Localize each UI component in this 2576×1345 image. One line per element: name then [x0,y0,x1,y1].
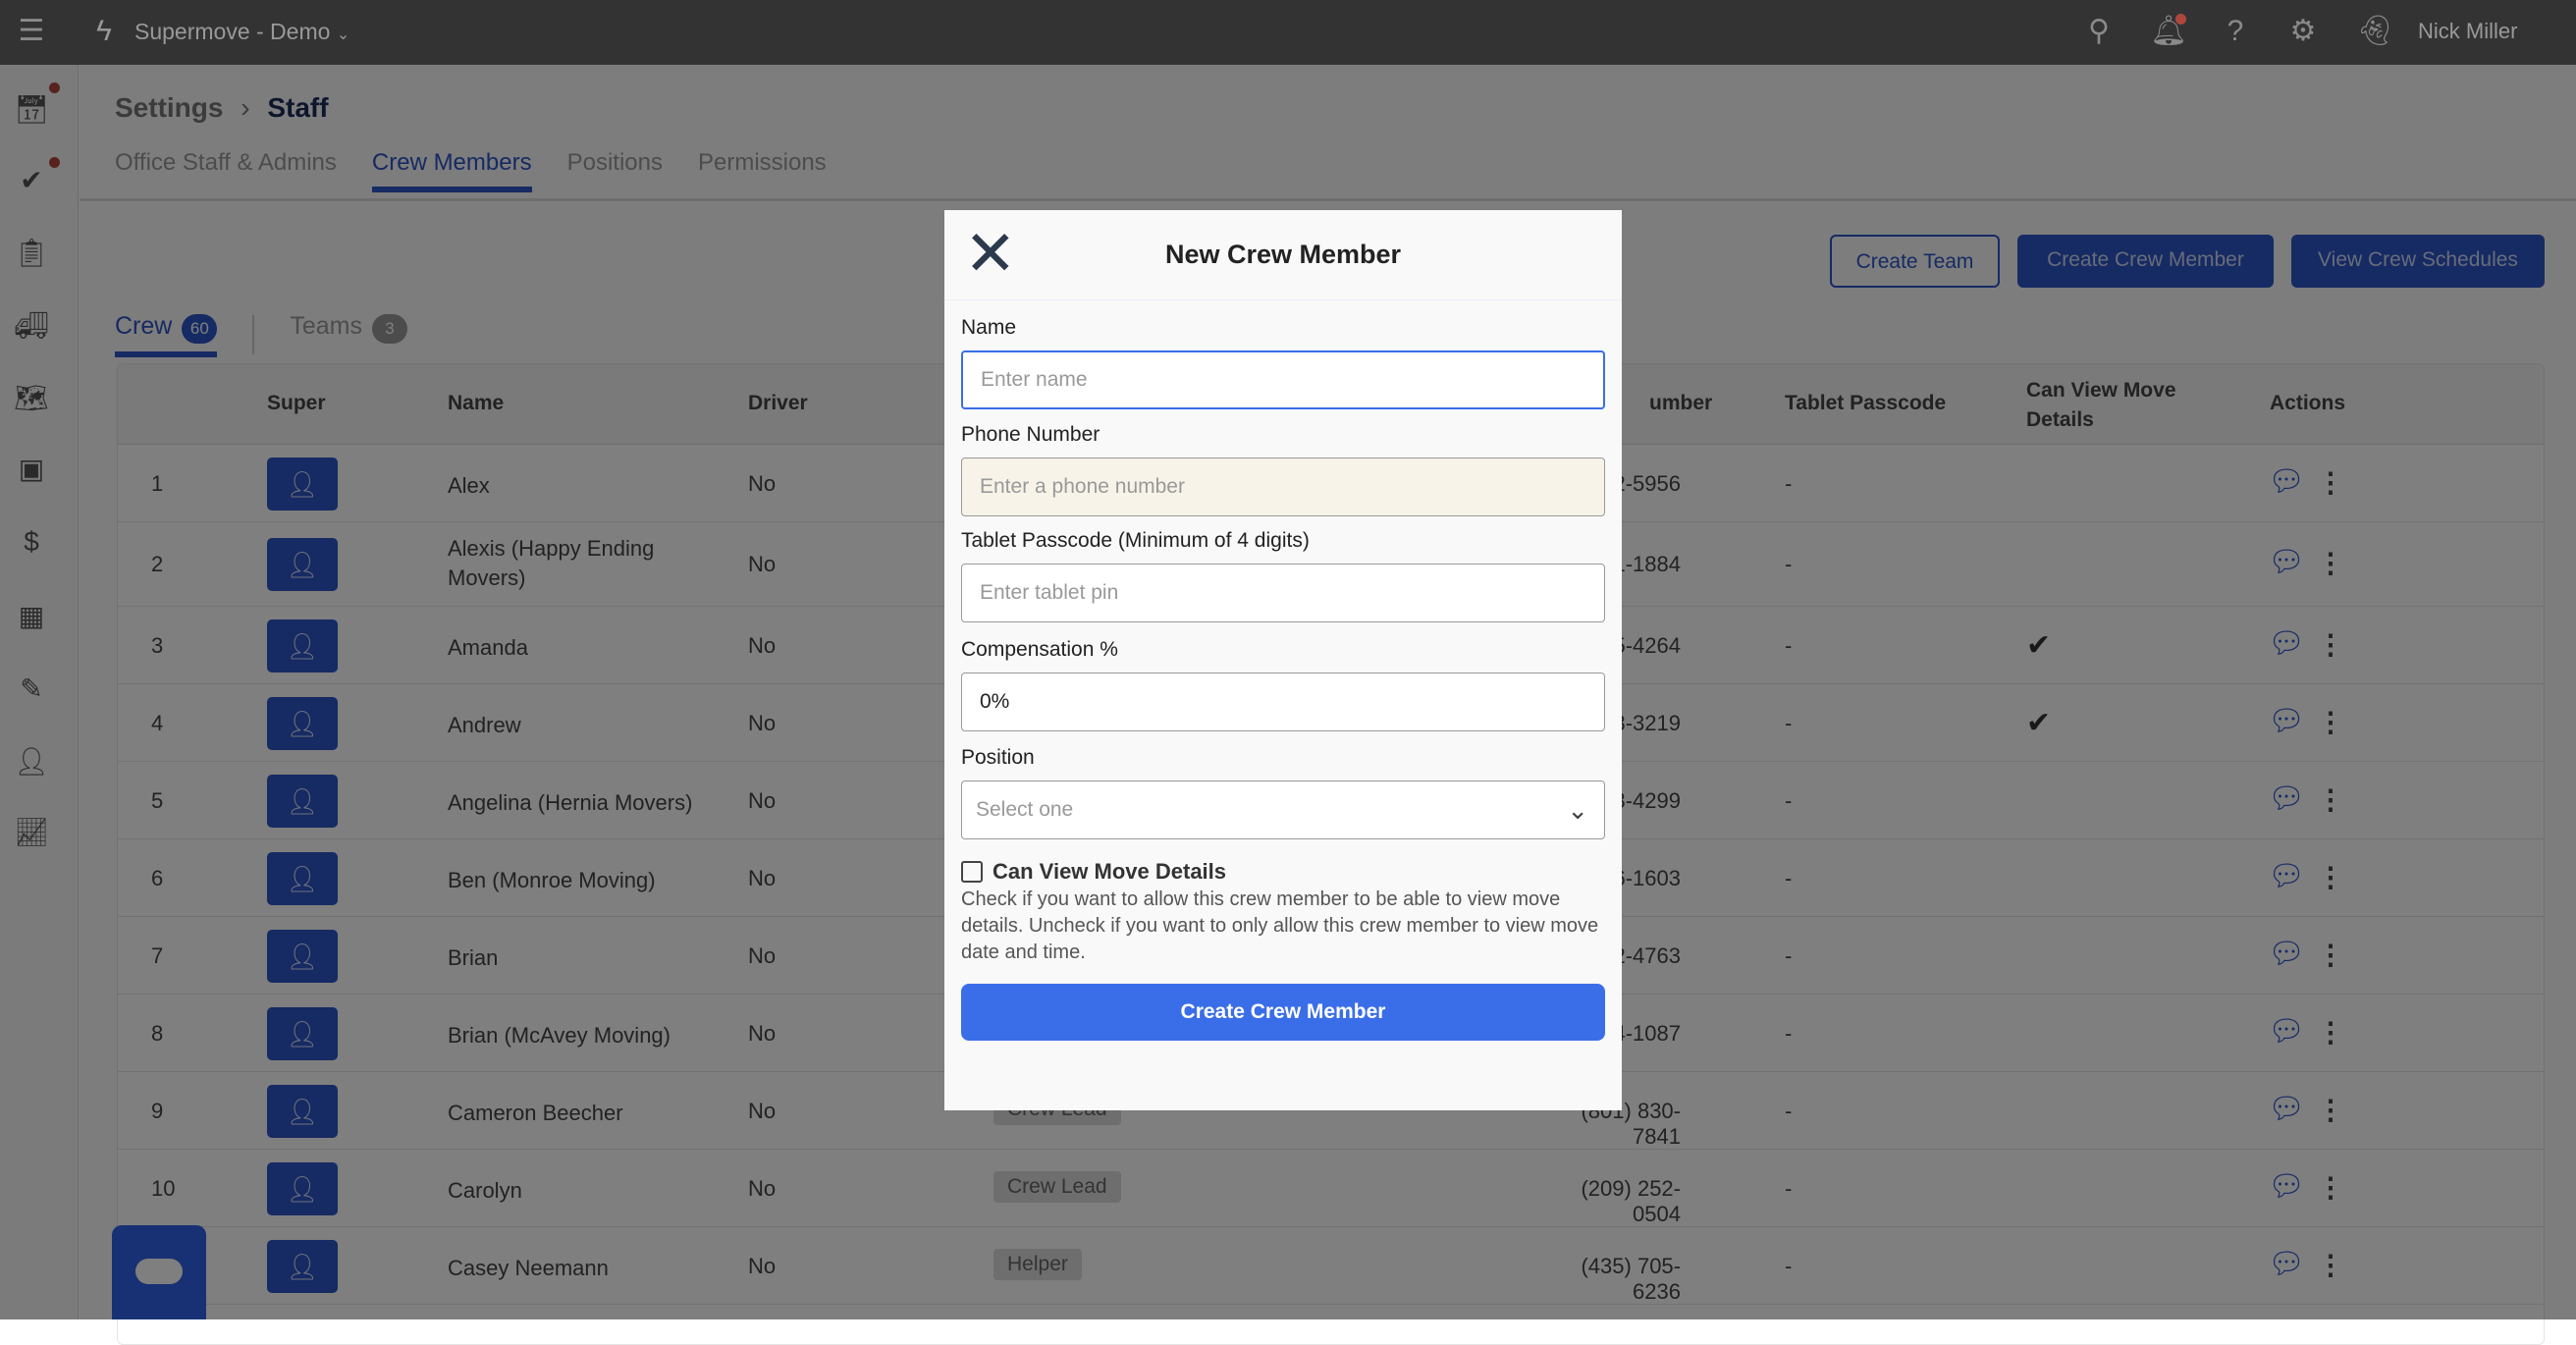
bolt-logo-icon: ϟ [96,15,112,47]
top-bar: ☰ ϟ Supermove - Demo ⌄ ⚲ 🔔︎ ? ⚙ 👻︎ Nick … [0,0,2576,65]
org-name: Supermove - Demo [134,19,331,44]
user-name[interactable]: Nick Miller [2418,14,2517,49]
can-view-help-text: Check if you want to allow this crew mem… [961,888,1599,963]
can-view-checkbox-row[interactable]: Can View Move Details [961,859,1605,885]
chevron-down-icon: ⌄ [336,27,350,43]
can-view-label: Can View Move Details [993,859,1227,884]
can-view-checkbox[interactable] [961,861,983,883]
compensation-input[interactable] [961,672,1605,731]
ghost-icon[interactable]: 👻︎ [2356,14,2393,49]
modal-header: New Crew Member ✕ [944,210,1622,300]
chevron-down-icon: ⌄ [1567,795,1588,825]
name-input[interactable] [961,350,1605,409]
modal-title: New Crew Member [1164,240,1402,269]
phone-input[interactable] [961,457,1605,516]
position-select[interactable]: Select one ⌄ [961,780,1605,839]
menu-icon[interactable]: ☰ [14,14,49,49]
gear-icon[interactable]: ⚙ [2285,14,2321,49]
search-icon[interactable]: ⚲ [2081,14,2117,49]
phone-label: Phone Number [961,423,1100,446]
close-icon[interactable]: ✕ [964,222,1017,285]
create-crew-member-submit[interactable]: Create Crew Member [961,984,1605,1041]
position-label: Position [961,746,1035,769]
tablet-passcode-input[interactable] [961,564,1605,622]
name-label: Name [961,316,1017,339]
tablet-passcode-label: Tablet Passcode (Minimum of 4 digits) [961,529,1310,552]
position-selected-value: Select one [976,798,1074,821]
bell-icon[interactable]: 🔔︎ [2150,14,2187,49]
help-icon[interactable]: ? [2218,14,2253,49]
org-switcher[interactable]: Supermove - Demo ⌄ [134,14,349,53]
new-crew-member-modal: New Crew Member ✕ Name Phone Number Tabl… [944,210,1622,1110]
notification-dot [2175,14,2186,25]
compensation-label: Compensation % [961,638,1118,661]
